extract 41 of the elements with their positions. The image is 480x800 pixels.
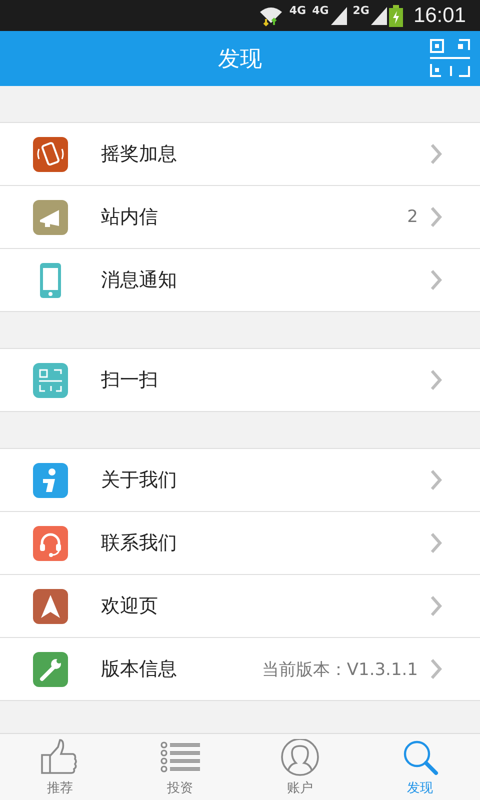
network-label: 4G [289, 4, 306, 17]
menu-item[interactable]: 联系我们 [0, 512, 480, 575]
item-label: 摇奖加息 [101, 142, 178, 167]
clock-time: 16:01 [413, 4, 466, 28]
chevron-icon [430, 532, 442, 554]
item-value: 当前版本：V1.3.1.1 [262, 658, 418, 680]
item-label: 联系我们 [101, 531, 178, 556]
chevron-icon [430, 269, 442, 291]
menu-item[interactable]: 扫一扫 [0, 349, 480, 412]
item-label: 消息通知 [101, 268, 178, 293]
chevron-icon [430, 658, 442, 680]
item-value: 2 [407, 207, 418, 227]
wifi-icon [259, 4, 284, 26]
tab[interactable]: 投资 [120, 734, 240, 800]
menu-item[interactable]: 关于我们 [0, 449, 480, 512]
menu-item[interactable]: 版本信息 当前版本：V1.3.1.1 [0, 638, 480, 701]
item-label: 版本信息 [101, 657, 178, 682]
network-label: 2G [352, 4, 370, 17]
item-label: 扫一扫 [101, 368, 159, 393]
qr-scan-icon[interactable] [429, 38, 471, 78]
menu-item[interactable]: 欢迎页 [0, 575, 480, 638]
tab[interactable]: 账户 [240, 734, 360, 800]
signal-icon [371, 6, 388, 24]
signal-icon [330, 6, 347, 24]
item-label: 站内信 [101, 205, 159, 230]
tab[interactable]: 推荐 [0, 734, 120, 800]
item-label: 关于我们 [101, 468, 178, 493]
menu-item[interactable]: 站内信 2 [0, 186, 480, 249]
chevron-icon [430, 469, 442, 491]
menu-item[interactable]: 摇奖加息 [0, 123, 480, 186]
battery-icon [389, 4, 404, 26]
chevron-icon [430, 206, 442, 228]
person-icon [280, 739, 320, 777]
page-title: 发现 [218, 46, 262, 74]
chevron-icon [430, 595, 442, 617]
menu-item[interactable]: 消息通知 [0, 249, 480, 312]
chevron-icon [430, 143, 442, 165]
item-label: 欢迎页 [101, 594, 159, 619]
network-label: 4G [312, 4, 329, 17]
thumbs-up-icon [40, 739, 80, 777]
chevron-icon [430, 369, 442, 391]
